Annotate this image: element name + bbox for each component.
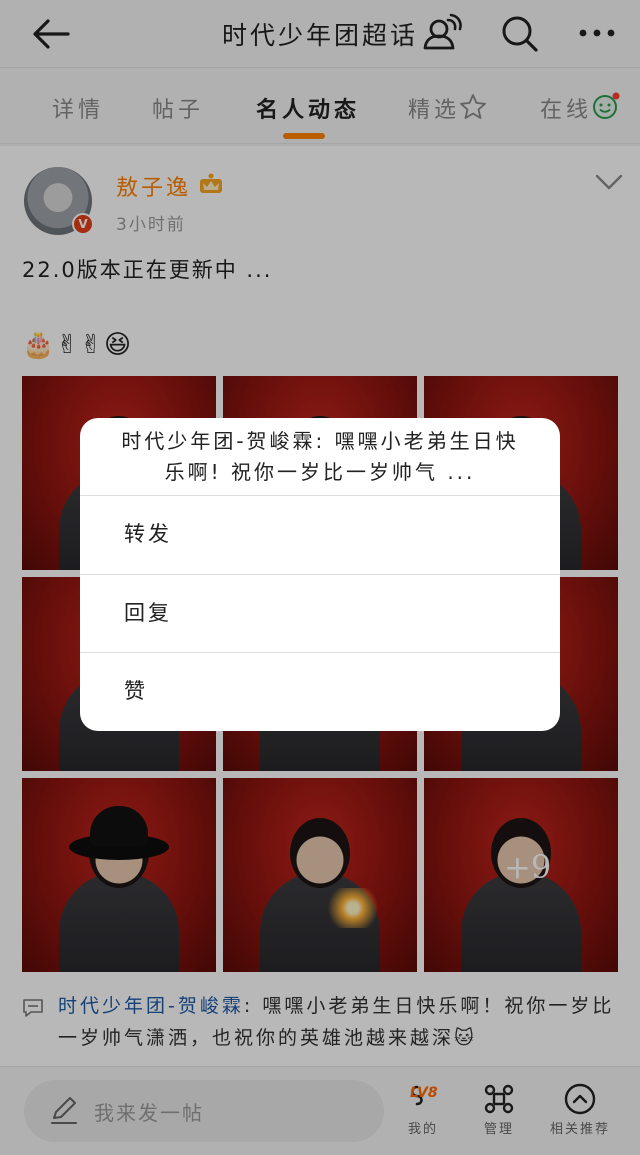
like-button[interactable]: 赞 — [80, 652, 560, 730]
action-dialog: 时代少年团-贺峻霖: 嘿嘿小老弟生日快乐啊! 祝你一岁比一岁帅气 ... 转发 … — [80, 418, 560, 731]
dialog-title: 时代少年团-贺峻霖: 嘿嘿小老弟生日快乐啊! 祝你一岁比一岁帅气 ... — [121, 429, 519, 484]
forward-button[interactable]: 转发 — [80, 495, 560, 573]
reply-button[interactable]: 回复 — [80, 574, 560, 652]
